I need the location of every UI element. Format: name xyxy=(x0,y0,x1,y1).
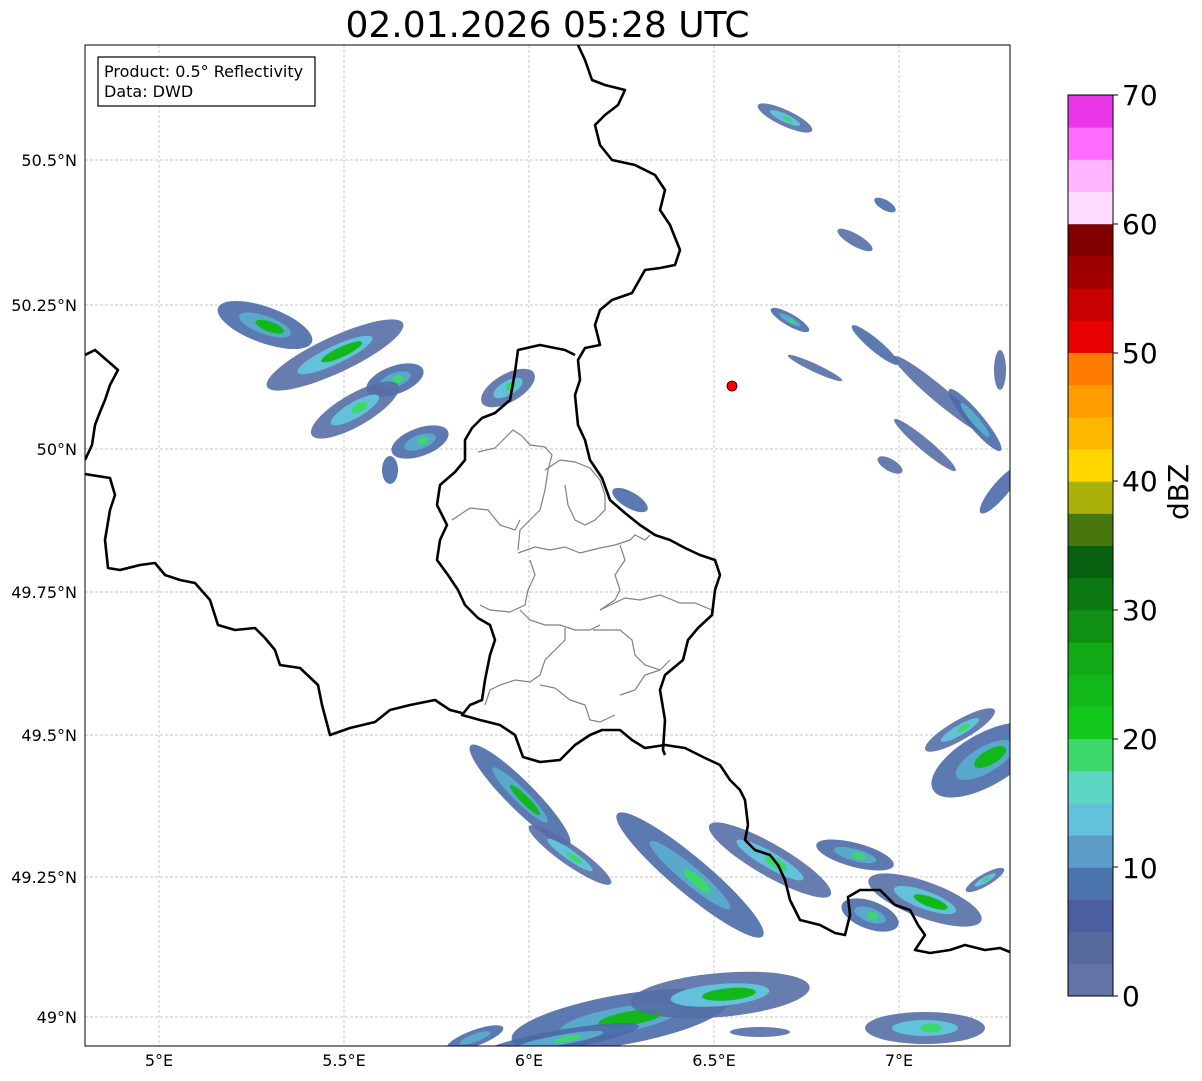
colorbar-segment xyxy=(1068,802,1113,836)
colorbar-tick-label: 10 xyxy=(1122,852,1158,885)
radar-echo xyxy=(851,325,899,365)
colorbar-segment xyxy=(1068,448,1113,482)
radar-echo xyxy=(382,456,398,484)
colorbar-segment xyxy=(1068,513,1113,546)
radar-echo xyxy=(877,456,903,474)
lon-tick-label: 7°E xyxy=(885,1051,913,1070)
colorbar-tick-label: 0 xyxy=(1122,980,1140,1013)
colorbar-segment xyxy=(1068,642,1113,675)
lat-tick-label: 50.5°N xyxy=(21,151,77,170)
colorbar-segment xyxy=(1068,95,1113,128)
lat-tick-label: 50.25°N xyxy=(11,296,77,315)
info-product: Product: 0.5° Reflectivity xyxy=(104,62,303,81)
colorbar-tick-label: 40 xyxy=(1122,465,1158,498)
radar-site-marker xyxy=(726,380,738,392)
colorbar-segment xyxy=(1068,867,1113,900)
district-boundaries xyxy=(451,429,713,723)
colorbar-segment xyxy=(1068,127,1113,160)
colorbar-segment xyxy=(1068,191,1113,225)
colorbar-segment xyxy=(1068,481,1113,514)
colorbar-tick-labels: 0 10 20 30 40 50 60 70 xyxy=(1122,79,1158,1013)
radar-echo xyxy=(612,487,648,513)
colorbar-segment xyxy=(1068,416,1113,450)
colorbar-segment xyxy=(1068,384,1113,418)
radar-echo xyxy=(994,350,1006,390)
colorbar-segment xyxy=(1068,963,1113,997)
lat-tick-labels: 50.5°N 50.25°N 50°N 49.75°N 49.5°N 49.25… xyxy=(11,151,77,1027)
colorbar-segment xyxy=(1068,159,1113,193)
radar-echo xyxy=(979,466,1010,514)
radar-echo xyxy=(874,197,896,213)
plot-frame xyxy=(84,44,1011,1047)
lat-tick-label: 49.5°N xyxy=(21,726,77,745)
lon-tick-labels: 5°E 5.5°E 6°E 6.5°E 7°E xyxy=(145,1051,913,1070)
colorbar-tick-label: 60 xyxy=(1122,208,1158,241)
radar-echo xyxy=(787,354,843,382)
colorbar xyxy=(1068,95,1113,997)
colorbar-segment xyxy=(1068,770,1113,804)
lon-tick-label: 5.5°E xyxy=(322,1051,366,1070)
colorbar-ticks xyxy=(1113,94,1118,997)
colorbar-label: dBZ xyxy=(1162,463,1195,520)
colorbar-segment xyxy=(1068,738,1113,772)
radar-echo xyxy=(920,1023,942,1033)
lat-tick-label: 49.25°N xyxy=(11,868,77,887)
colorbar-segment xyxy=(1068,545,1113,579)
colorbar-segment xyxy=(1068,835,1113,868)
colorbar-segment xyxy=(1068,223,1113,257)
colorbar-tick-label: 70 xyxy=(1122,79,1158,112)
colorbar-tick-label: 30 xyxy=(1122,594,1158,627)
colorbar-segment xyxy=(1068,288,1113,321)
colorbar-segment xyxy=(1068,674,1113,707)
lat-tick-label: 49.75°N xyxy=(11,583,77,602)
colorbar-tick-label: 20 xyxy=(1122,723,1158,756)
colorbar-segment xyxy=(1068,255,1113,289)
grid xyxy=(85,45,1010,1046)
radar-echo xyxy=(894,418,956,472)
lon-tick-label: 6.5°E xyxy=(692,1051,736,1070)
colorbar-segment xyxy=(1068,931,1113,965)
radar-map: Product: 0.5° Reflectivity Data: DWD 5°E… xyxy=(11,44,1158,1070)
colorbar-segment xyxy=(1068,352,1113,386)
lon-tick-label: 5°E xyxy=(145,1051,173,1070)
lat-tick-label: 49°N xyxy=(37,1008,77,1027)
colorbar-segment xyxy=(1068,609,1113,643)
radar-echo xyxy=(730,1027,790,1037)
colorbar-tick-label: 50 xyxy=(1122,337,1158,370)
radar-echoes xyxy=(217,103,1010,1046)
lon-tick-label: 6°E xyxy=(515,1051,543,1070)
info-box: Product: 0.5° Reflectivity Data: DWD xyxy=(97,56,316,107)
info-data-source: Data: DWD xyxy=(104,82,193,101)
colorbar-segment xyxy=(1068,899,1113,933)
radar-echo xyxy=(837,228,873,252)
colorbar-segment xyxy=(1068,706,1113,740)
lat-tick-label: 50°N xyxy=(37,440,77,459)
colorbar-segment xyxy=(1068,577,1113,611)
colorbar-segment xyxy=(1068,320,1113,353)
